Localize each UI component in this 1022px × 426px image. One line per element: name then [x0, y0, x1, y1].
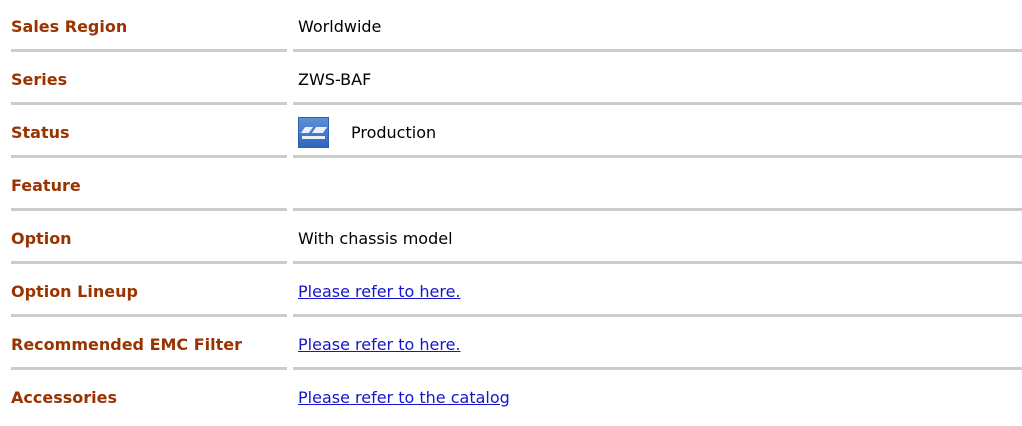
row-label: Feature	[11, 176, 81, 195]
row-value: Please refer to here.	[298, 318, 461, 371]
row-label: Status	[11, 123, 70, 142]
row-value: With chassis model	[298, 229, 453, 248]
row-label: Accessories	[11, 388, 117, 407]
row-label: Sales Region	[11, 17, 128, 36]
spec-row-sales-region: Sales Region Worldwide	[11, 0, 1022, 53]
spec-row-recommended-emc-filter: Recommended EMC Filter Please refer to h…	[11, 314, 1022, 371]
emc-filter-link[interactable]: Please refer to here.	[298, 335, 461, 354]
spec-row-feature: Feature	[11, 155, 1022, 212]
accessories-catalog-link[interactable]: Please refer to the catalog	[298, 388, 510, 407]
spec-row-series: Series ZWS-BAF	[11, 49, 1022, 106]
option-lineup-link[interactable]: Please refer to here.	[298, 282, 461, 301]
row-value: Please refer to the catalog	[298, 371, 510, 424]
row-value-status: Production	[298, 106, 436, 159]
row-label: Series	[11, 70, 68, 89]
row-label: Option Lineup	[11, 282, 138, 301]
spec-row-option: Option With chassis model	[11, 208, 1022, 265]
row-value: Please refer to here.	[298, 265, 461, 318]
status-text: Production	[351, 123, 437, 142]
spec-row-status: Status Production	[11, 102, 1022, 159]
spec-row-accessories: Accessories Please refer to the catalog	[11, 367, 1022, 424]
row-value: ZWS-BAF	[298, 70, 372, 89]
spec-row-option-lineup: Option Lineup Please refer to here.	[11, 261, 1022, 318]
row-value: Worldwide	[298, 17, 382, 36]
row-label: Option	[11, 229, 72, 248]
spec-table: Sales Region Worldwide Series ZWS-BAF St…	[11, 0, 1022, 424]
status-production-icon	[298, 117, 329, 148]
row-label: Recommended EMC Filter	[11, 335, 243, 354]
